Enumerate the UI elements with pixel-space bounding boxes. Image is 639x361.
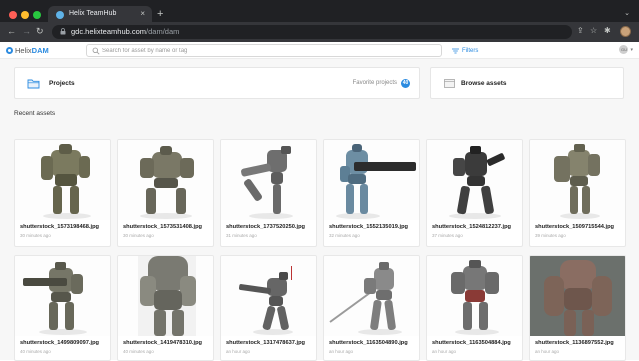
asset-timestamp: 37 minutes ago xyxy=(432,233,463,238)
asset-thumbnail xyxy=(118,140,213,220)
asset-name: shutterstock_1573531408.jpg xyxy=(123,224,203,230)
browser-toolbar: ← → ↻ gdc.helixteamhub.com/dam/dam ⇪ ☆ ✱ xyxy=(0,22,639,42)
profile-avatar[interactable] xyxy=(620,26,631,37)
asset-card[interactable]: shutterstock_1737520250.jpg 31 minutes a… xyxy=(220,139,317,247)
asset-timestamp: an hour ago xyxy=(535,349,560,354)
asset-timestamp: 32 minutes ago xyxy=(329,233,360,238)
asset-name: shutterstock_1163504890.jpg xyxy=(329,340,408,346)
asset-thumbnail xyxy=(15,256,110,336)
asset-name: shutterstock_1317478637.jpg xyxy=(226,340,306,346)
asset-timestamp: 40 minutes ago xyxy=(20,349,51,354)
user-avatar: GU xyxy=(619,45,629,54)
asset-thumbnail xyxy=(530,140,625,220)
tab-strip: Helix TeamHub × + ⌄ xyxy=(0,4,639,24)
bookmark-star-icon[interactable]: ☆ xyxy=(590,26,597,36)
asset-name: shutterstock_1163504884.jpg xyxy=(432,340,511,346)
forward-arrow-icon[interactable]: → xyxy=(22,25,31,37)
lock-icon xyxy=(60,28,66,35)
logo-text: HelixDAM xyxy=(15,46,49,55)
window-maximize-button[interactable] xyxy=(33,11,41,19)
url-path: /dam/dam xyxy=(146,27,180,36)
logo-suffix: DAM xyxy=(31,46,49,55)
asset-thumbnail xyxy=(15,140,110,220)
asset-timestamp: an hour ago xyxy=(432,349,457,354)
recent-assets-grid: shutterstock_1573198468.jpg 30 minutes a… xyxy=(14,139,626,361)
share-icon[interactable]: ⇪ xyxy=(577,26,584,36)
reload-icon[interactable]: ↻ xyxy=(36,25,44,37)
tab-search-chevron-icon[interactable]: ⌄ xyxy=(624,9,630,17)
helix-favicon-icon xyxy=(56,11,64,19)
asset-name: shutterstock_1499809097.jpg xyxy=(20,340,100,346)
asset-card[interactable]: shutterstock_1573531408.jpg 30 minutes a… xyxy=(117,139,214,247)
asset-timestamp: 30 minutes ago xyxy=(123,233,154,238)
logo-prefix: Helix xyxy=(15,46,32,55)
browse-assets-label: Browse assets xyxy=(461,80,507,87)
helix-dam-logo[interactable]: HelixDAM xyxy=(6,45,49,56)
projects-card[interactable]: Projects Favorite projects 40 xyxy=(14,67,420,99)
asset-thumbnail xyxy=(427,256,522,336)
asset-name: shutterstock_1573198468.jpg xyxy=(20,224,100,230)
asset-thumbnail xyxy=(530,256,625,336)
asset-name: shutterstock_1737520250.jpg xyxy=(226,224,306,230)
asset-timestamp: an hour ago xyxy=(329,349,354,354)
back-arrow-icon[interactable]: ← xyxy=(7,25,16,37)
asset-name: shutterstock_1509715544.jpg xyxy=(535,224,615,230)
asset-search-box[interactable] xyxy=(86,44,442,57)
browse-assets-icon xyxy=(444,79,455,88)
asset-name: shutterstock_1136897552.jpg xyxy=(535,340,614,346)
url-host: gdc.helixteamhub.com xyxy=(71,27,147,36)
asset-thumbnail xyxy=(324,140,419,220)
asset-card[interactable]: shutterstock_1509715544.jpg 39 minutes a… xyxy=(529,139,626,247)
asset-thumbnail xyxy=(427,140,522,220)
tab-title: Helix TeamHub xyxy=(69,10,117,17)
new-tab-button[interactable]: + xyxy=(157,8,163,20)
filters-label: Filters xyxy=(462,47,479,54)
favorite-count-badge: 40 xyxy=(401,79,410,88)
asset-name: shutterstock_1552135019.jpg xyxy=(329,224,409,230)
asset-timestamp: 31 minutes ago xyxy=(226,233,257,238)
browser-chrome: Helix TeamHub × + ⌄ ← → ↻ gdc.helixteamh… xyxy=(0,0,639,42)
filter-lines-icon xyxy=(452,48,459,53)
asset-card[interactable]: shutterstock_1524812237.jpg 37 minutes a… xyxy=(426,139,523,247)
projects-folder-icon xyxy=(27,79,40,89)
asset-name: shutterstock_1524812237.jpg xyxy=(432,224,512,230)
chevron-down-icon: ▾ xyxy=(630,46,633,53)
favorite-projects-link[interactable]: Favorite projects xyxy=(353,80,397,86)
asset-card[interactable]: shutterstock_1419478310.jpg 40 minutes a… xyxy=(117,255,214,361)
url-text: gdc.helixteamhub.com/dam/dam xyxy=(71,27,179,36)
filters-button[interactable]: Filters xyxy=(452,45,478,56)
asset-card[interactable]: shutterstock_1136897552.jpg an hour ago xyxy=(529,255,626,361)
asset-timestamp: an hour ago xyxy=(226,349,251,354)
asset-thumbnail xyxy=(324,256,419,336)
window-close-button[interactable] xyxy=(9,11,17,19)
address-bar[interactable]: gdc.helixteamhub.com/dam/dam xyxy=(52,25,572,39)
browse-assets-card[interactable]: Browse assets xyxy=(430,67,624,99)
extensions-icon[interactable]: ✱ xyxy=(604,26,611,36)
asset-timestamp: 39 minutes ago xyxy=(535,233,566,238)
helix-logo-icon xyxy=(6,47,13,54)
user-menu[interactable]: GU ▾ xyxy=(619,45,633,54)
asset-thumbnail xyxy=(118,256,213,336)
asset-timestamp: 30 minutes ago xyxy=(20,233,51,238)
asset-card[interactable]: shutterstock_1573198468.jpg 30 minutes a… xyxy=(14,139,111,247)
asset-thumbnail xyxy=(221,140,316,220)
asset-card[interactable]: shutterstock_1317478637.jpg an hour ago xyxy=(220,255,317,361)
recent-assets-heading: Recent assets xyxy=(14,110,56,117)
projects-label: Projects xyxy=(49,80,75,87)
asset-card[interactable]: shutterstock_1163504890.jpg an hour ago xyxy=(323,255,420,361)
tab-close-icon[interactable]: × xyxy=(140,9,145,19)
main-content: Projects Favorite projects 40 Browse ass… xyxy=(0,59,639,361)
window-minimize-button[interactable] xyxy=(21,11,29,19)
asset-timestamp: 40 minutes ago xyxy=(123,349,154,354)
app-header: HelixDAM Filters GU ▾ xyxy=(0,42,639,59)
asset-thumbnail xyxy=(221,256,316,336)
asset-card[interactable]: shutterstock_1163504884.jpg an hour ago xyxy=(426,255,523,361)
search-input[interactable] xyxy=(102,46,432,56)
asset-name: shutterstock_1419478310.jpg xyxy=(123,340,203,346)
search-icon xyxy=(92,47,100,55)
asset-card[interactable]: shutterstock_1552135019.jpg 32 minutes a… xyxy=(323,139,420,247)
asset-card[interactable]: shutterstock_1499809097.jpg 40 minutes a… xyxy=(14,255,111,361)
